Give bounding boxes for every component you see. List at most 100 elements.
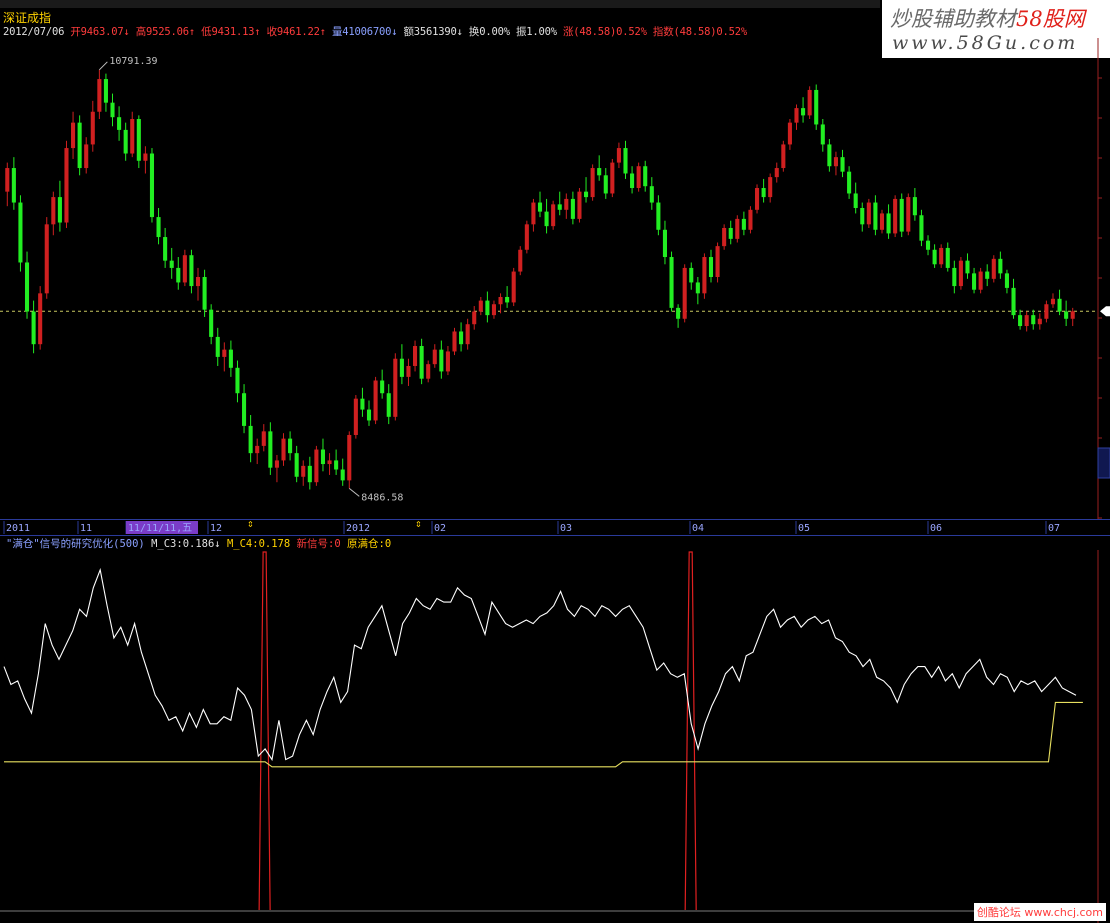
- candle-body: [925, 240, 931, 250]
- candle-body: [242, 393, 247, 426]
- candle-body: [294, 453, 299, 477]
- candle-body: [57, 197, 62, 223]
- candle-body: [722, 227, 727, 247]
- candle-body: [288, 438, 293, 454]
- candle-body: [136, 119, 141, 161]
- candle-body: [833, 157, 838, 167]
- candle-body: [149, 153, 155, 218]
- candle-body: [590, 168, 595, 198]
- candle-body: [662, 229, 667, 258]
- date-label: 03: [560, 523, 572, 534]
- candle-body: [583, 191, 589, 198]
- candle-body: [347, 434, 352, 481]
- candle-body: [794, 108, 799, 123]
- candle-body: [373, 380, 378, 421]
- candlestick-chart[interactable]: 10791.39 8486.58: [0, 38, 1110, 519]
- candle-body: [71, 122, 76, 149]
- candle-body: [1024, 315, 1029, 327]
- candle-body: [551, 204, 556, 227]
- quote-open: 开9463.07↓: [70, 26, 130, 38]
- indicator-chart[interactable]: [0, 550, 1110, 923]
- candle-body: [491, 304, 497, 316]
- quote-turnover: 换0.00%: [468, 26, 510, 38]
- date-label: 06: [930, 523, 942, 534]
- quote-high: 高9525.06↑: [135, 26, 196, 38]
- candle-body: [169, 260, 174, 268]
- candle-body: [31, 311, 36, 345]
- candle-body: [255, 445, 260, 454]
- candle-body: [366, 409, 372, 421]
- date-label: 04: [692, 523, 704, 534]
- candle-body: [754, 188, 760, 210]
- candle-body: [735, 218, 740, 239]
- candle-body: [5, 168, 10, 192]
- candle-body: [899, 198, 904, 232]
- candle-body: [90, 111, 95, 145]
- candle-body: [84, 144, 89, 169]
- candle-body: [511, 271, 516, 303]
- candle-body: [643, 166, 648, 187]
- candle-body: [44, 224, 49, 294]
- candle-body: [781, 144, 786, 169]
- series-line-m-c3: [3, 567, 1077, 762]
- candle-body: [630, 173, 635, 189]
- candle-body: [991, 258, 996, 279]
- candle-body: [827, 144, 832, 167]
- candle-body: [866, 202, 871, 225]
- candle-body: [77, 122, 82, 169]
- candle-body: [117, 117, 122, 130]
- candle-body: [879, 213, 885, 230]
- candle-body: [222, 349, 227, 357]
- candle-body: [847, 171, 852, 194]
- candle-body: [209, 309, 214, 337]
- candle-body: [320, 449, 326, 465]
- candle-body: [695, 282, 700, 294]
- candle-body: [399, 358, 404, 377]
- candle-body: [439, 349, 444, 372]
- candle-body: [682, 267, 687, 319]
- candle-body: [965, 260, 970, 274]
- date-marker-arrow: ⇕: [415, 519, 422, 530]
- candle-body: [24, 262, 30, 312]
- candle-body: [610, 162, 615, 194]
- candle-body: [465, 324, 470, 345]
- candle-body: [853, 193, 858, 208]
- candle-body: [452, 331, 457, 352]
- candle-body: [215, 336, 220, 357]
- candle-body: [748, 209, 753, 230]
- date-label: 02: [434, 523, 446, 534]
- candle-body: [774, 168, 779, 178]
- legend-m-c4: M_C4:0.178: [226, 538, 291, 550]
- candle-body: [524, 224, 529, 250]
- candle-body: [235, 367, 240, 394]
- candle-body: [353, 398, 358, 435]
- candle-body: [11, 168, 16, 203]
- candle-body: [163, 237, 168, 261]
- candle-body: [518, 249, 523, 272]
- candle-body: [248, 425, 253, 454]
- candle-body: [426, 364, 431, 379]
- candle-body: [182, 255, 187, 283]
- candle-body: [340, 469, 345, 481]
- candle-body: [281, 438, 286, 461]
- candle-body: [1064, 311, 1069, 319]
- candle-body: [919, 215, 924, 241]
- candle-body: [505, 296, 510, 303]
- annotation-low-label: 8486.58: [361, 492, 403, 503]
- candle-body: [18, 202, 23, 263]
- signal-spike: [684, 551, 697, 911]
- candle-body: [301, 465, 306, 477]
- candle-body: [708, 257, 714, 277]
- candle-body: [814, 89, 819, 125]
- indicator-title: "满仓"信号的研究优化(500): [6, 538, 145, 550]
- quote-bar: 2012/07/06 开9463.07↓ 高9525.06↑ 低9431.13↑…: [3, 24, 747, 39]
- price-label-box: [1097, 447, 1110, 479]
- candle-body: [1057, 298, 1062, 312]
- toolbar: [0, 0, 880, 8]
- candle-body: [912, 197, 917, 216]
- candle-body: [380, 380, 385, 394]
- candle-body: [702, 257, 707, 294]
- candle-body: [110, 102, 115, 118]
- candle-body: [1070, 311, 1075, 319]
- candle-body: [97, 79, 102, 112]
